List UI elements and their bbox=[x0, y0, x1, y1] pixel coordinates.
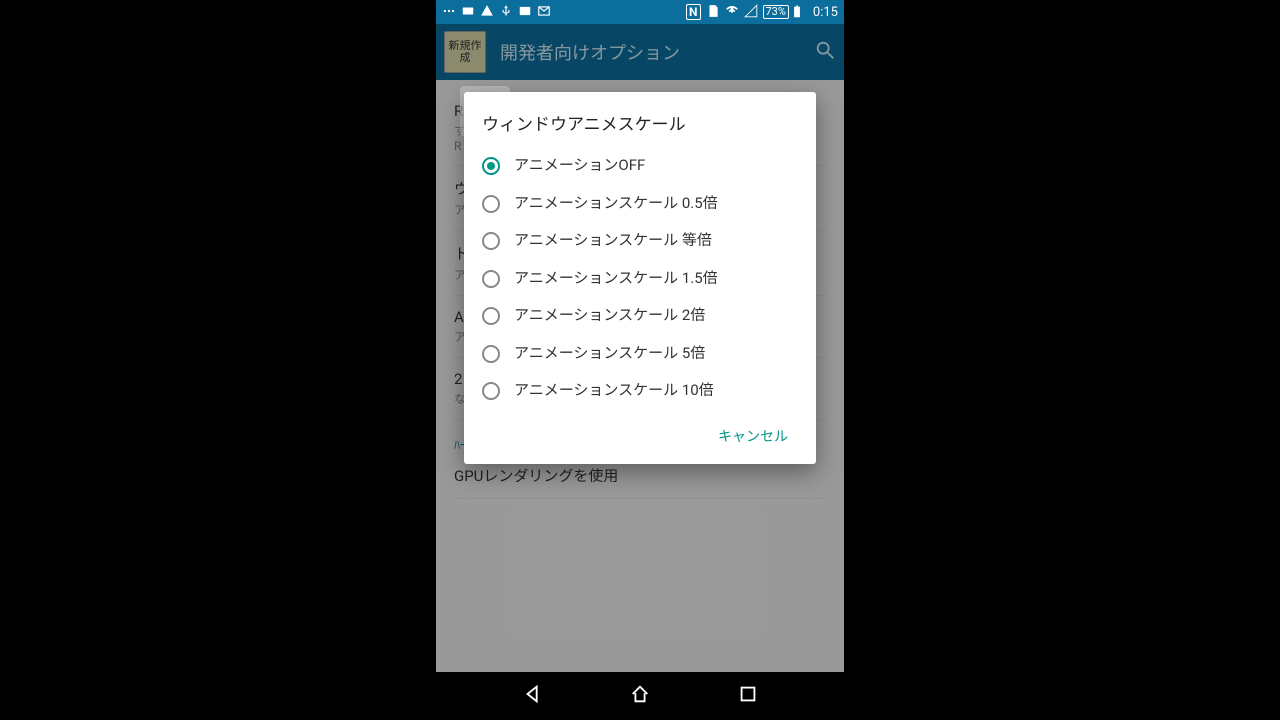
radio-label: アニメーションスケール 10倍 bbox=[514, 381, 714, 401]
radio-option-1[interactable]: アニメーションスケール 0.5倍 bbox=[482, 185, 798, 223]
radio-icon bbox=[482, 307, 500, 325]
navigation-bar bbox=[436, 672, 844, 720]
radio-icon bbox=[482, 195, 500, 213]
image-icon bbox=[518, 4, 532, 21]
signal-icon bbox=[744, 4, 758, 21]
radio-icon bbox=[482, 232, 500, 250]
radio-label: アニメーションスケール 等倍 bbox=[514, 231, 712, 251]
warning-icon bbox=[480, 4, 494, 21]
radio-label: アニメーションスケール 1.5倍 bbox=[514, 269, 718, 289]
radio-option-0[interactable]: アニメーションOFF bbox=[482, 147, 798, 185]
sd-icon bbox=[706, 4, 720, 21]
phone-screen: N 73% 0:15 新規作成 開発者向けオプション RすRウアトアAア2な ﾊ… bbox=[436, 0, 844, 720]
animation-scale-dialog: ウィンドウアニメスケール アニメーションOFF アニメーションスケール 0.5倍ア… bbox=[464, 92, 816, 464]
radio-label: アニメーションスケール 0.5倍 bbox=[514, 194, 718, 214]
radio-option-3[interactable]: アニメーションスケール 1.5倍 bbox=[482, 260, 798, 298]
radio-icon bbox=[482, 382, 500, 400]
radio-label: アニメーションスケール 2倍 bbox=[514, 306, 705, 326]
clock: 0:15 bbox=[813, 5, 838, 20]
status-bar: N 73% 0:15 bbox=[436, 0, 844, 24]
radio-option-2[interactable]: アニメーションスケール 等倍 bbox=[482, 222, 798, 260]
recent-icon[interactable] bbox=[737, 683, 759, 709]
battery-indicator: 73% bbox=[763, 5, 804, 19]
wifi-icon bbox=[725, 4, 739, 21]
radio-option-6[interactable]: アニメーションスケール 10倍 bbox=[482, 372, 798, 410]
radio-option-5[interactable]: アニメーションスケール 5倍 bbox=[482, 335, 798, 373]
radio-icon bbox=[482, 157, 500, 175]
usb-icon bbox=[499, 4, 513, 21]
battery-percent: 73% bbox=[763, 5, 789, 19]
radio-label: アニメーションOFF bbox=[514, 156, 645, 176]
notification-icon bbox=[442, 4, 456, 21]
radio-option-4[interactable]: アニメーションスケール 2倍 bbox=[482, 297, 798, 335]
radio-icon bbox=[482, 345, 500, 363]
radio-icon bbox=[482, 270, 500, 288]
gmail-icon bbox=[537, 4, 551, 21]
folder-icon bbox=[461, 4, 475, 21]
radio-label: アニメーションスケール 5倍 bbox=[514, 344, 705, 364]
home-icon[interactable] bbox=[629, 683, 651, 709]
nfc-icon: N bbox=[686, 4, 700, 20]
cancel-button[interactable]: キャンセル bbox=[708, 418, 798, 454]
back-icon[interactable] bbox=[522, 683, 544, 709]
dialog-title: ウィンドウアニメスケール bbox=[482, 110, 798, 135]
